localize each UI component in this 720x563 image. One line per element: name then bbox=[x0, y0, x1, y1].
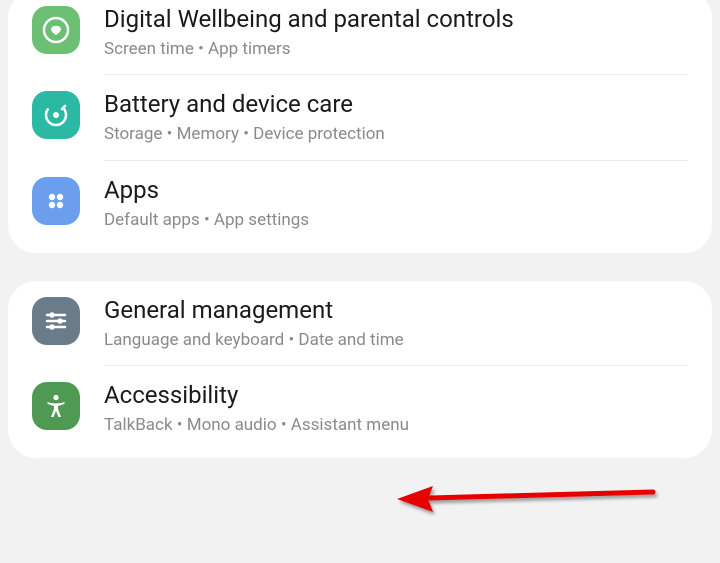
settings-item-title: Battery and device care bbox=[104, 89, 688, 120]
settings-item-text: Apps Default apps • App settings bbox=[104, 175, 688, 231]
settings-item-subtitle: Storage • Memory • Device protection bbox=[104, 123, 688, 145]
settings-item-general-management[interactable]: General management Language and keyboard… bbox=[8, 281, 712, 365]
settings-item-title: Accessibility bbox=[104, 380, 688, 411]
settings-item-text: Accessibility TalkBack • Mono audio • As… bbox=[104, 380, 688, 436]
settings-item-subtitle: Language and keyboard • Date and time bbox=[104, 329, 688, 351]
annotation-arrow bbox=[395, 477, 665, 517]
settings-item-title: General management bbox=[104, 295, 688, 326]
accessibility-icon bbox=[32, 382, 80, 430]
settings-group-2: General management Language and keyboard… bbox=[8, 281, 712, 459]
settings-item-digital-wellbeing[interactable]: Digital Wellbeing and parental controls … bbox=[8, 0, 712, 74]
general-management-icon bbox=[32, 297, 80, 345]
settings-item-battery-device-care[interactable]: Battery and device care Storage • Memory… bbox=[8, 75, 712, 159]
wellbeing-icon bbox=[32, 6, 80, 54]
settings-group-1: Digital Wellbeing and parental controls … bbox=[8, 0, 712, 253]
settings-item-text: General management Language and keyboard… bbox=[104, 295, 688, 351]
settings-item-subtitle: TalkBack • Mono audio • Assistant menu bbox=[104, 414, 688, 436]
device-care-icon bbox=[32, 91, 80, 139]
settings-item-text: Digital Wellbeing and parental controls … bbox=[104, 4, 688, 60]
settings-item-accessibility[interactable]: Accessibility TalkBack • Mono audio • As… bbox=[8, 366, 712, 450]
apps-icon bbox=[32, 177, 80, 225]
settings-item-text: Battery and device care Storage • Memory… bbox=[104, 89, 688, 145]
settings-item-apps[interactable]: Apps Default apps • App settings bbox=[8, 161, 712, 245]
settings-item-title: Apps bbox=[104, 175, 688, 206]
settings-item-subtitle: Default apps • App settings bbox=[104, 209, 688, 231]
settings-item-subtitle: Screen time • App timers bbox=[104, 38, 688, 60]
settings-item-title: Digital Wellbeing and parental controls bbox=[104, 4, 688, 35]
